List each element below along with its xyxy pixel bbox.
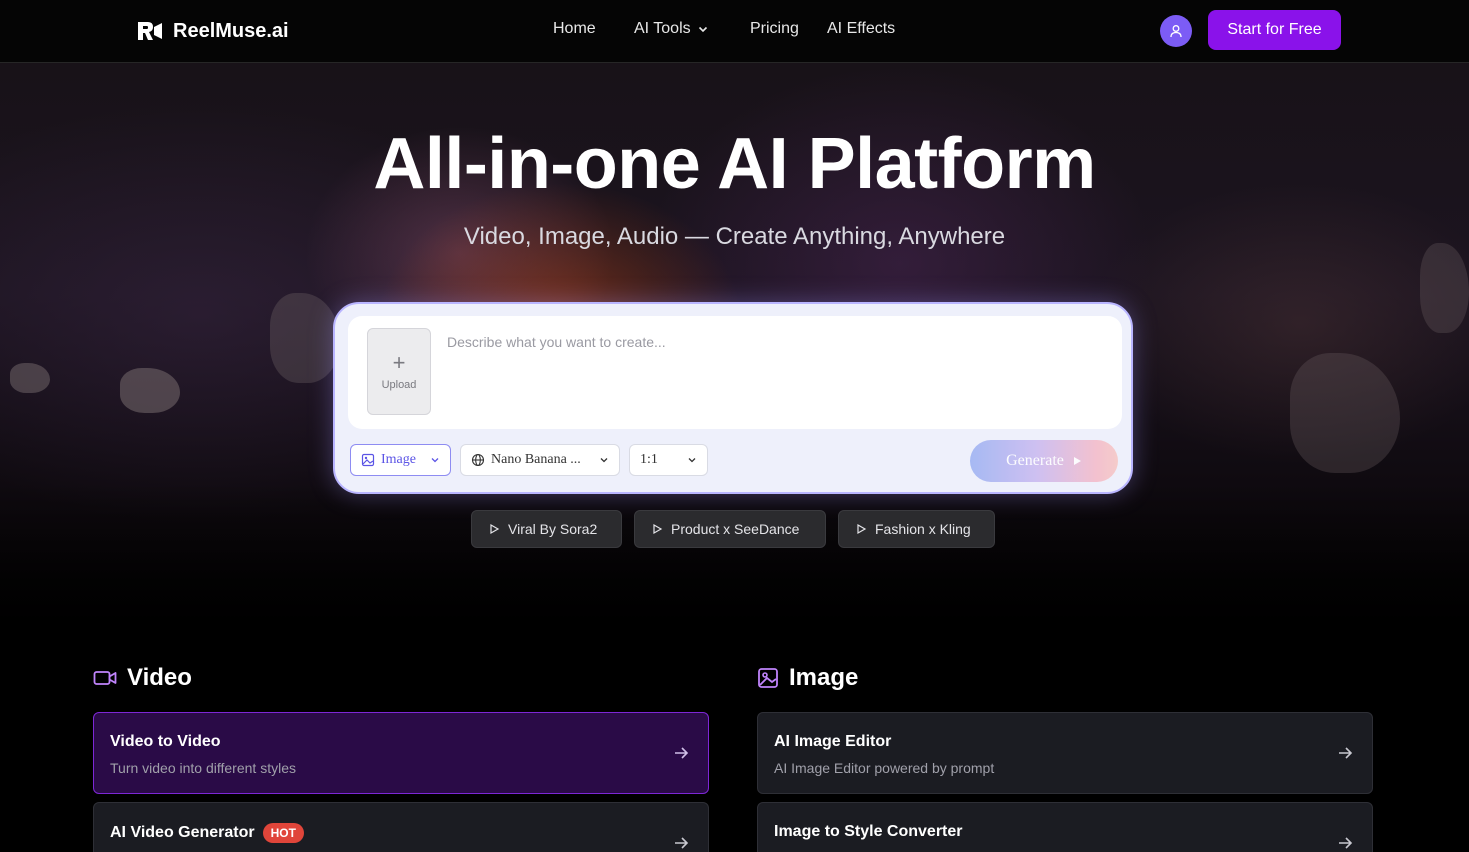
tool-card-ai-video-generator[interactable]: AI Video Generator HOT — [93, 802, 709, 852]
user-avatar-button[interactable] — [1160, 15, 1192, 47]
image-icon — [361, 453, 375, 467]
hero-fade — [0, 483, 1469, 643]
hero-subtitle: Video, Image, Audio — Create Anything, A… — [463, 223, 1006, 250]
start-for-free-button[interactable]: Start for Free — [1208, 10, 1341, 50]
background-rock — [120, 368, 180, 413]
preset-chip-label: Viral By Sora2 — [508, 521, 598, 537]
tool-card-title: AI Video Generator HOT — [110, 823, 304, 843]
upload-label: Upload — [381, 378, 417, 391]
upload-button[interactable]: + Upload — [367, 328, 431, 415]
video-section-title: Video — [127, 664, 192, 691]
tool-card-image-to-style-converter[interactable]: Image to Style Converter — [757, 802, 1373, 852]
tool-card-desc: AI Image Editor powered by prompt — [774, 760, 995, 776]
tool-card-title-text: AI Image Editor — [774, 733, 892, 750]
tool-card-title: Video to Video — [110, 733, 221, 751]
arrow-right-icon — [675, 837, 689, 849]
video-camera-icon — [93, 671, 117, 685]
tool-card-video-to-video[interactable]: Video to Video Turn video into different… — [93, 712, 709, 794]
play-outline-icon — [490, 523, 500, 535]
nav-ai-tools[interactable]: AI Tools — [634, 20, 709, 38]
preset-chip-label: Product x SeeDance — [671, 521, 800, 537]
nav-ai-effects[interactable]: AI Effects — [827, 20, 895, 38]
chevron-down-icon — [698, 26, 707, 33]
tool-card-ai-image-editor[interactable]: AI Image Editor AI Image Editor powered … — [757, 712, 1373, 794]
image-icon — [758, 668, 778, 688]
image-section-title: Image — [789, 664, 859, 691]
chevron-down-icon — [431, 458, 439, 463]
chevron-down-icon — [600, 458, 608, 463]
top-header: ReelMuse.ai Home AI Tools Pricing AI Eff… — [0, 0, 1469, 63]
prompt-input[interactable] — [447, 334, 1107, 414]
chevron-down-icon — [688, 458, 696, 463]
ratio-select[interactable]: 1:1 — [629, 444, 708, 476]
plus-icon: + — [392, 349, 406, 375]
model-select[interactable]: Nano Banana ... — [460, 444, 620, 476]
play-outline-icon — [653, 523, 663, 535]
background-rock — [1420, 243, 1469, 333]
ratio-select-label: 1:1 — [640, 452, 658, 467]
play-outline-icon — [857, 523, 867, 535]
hot-badge: HOT — [262, 823, 304, 843]
tool-card-title-text: Video to Video — [110, 733, 221, 750]
nav-home[interactable]: Home — [553, 20, 596, 38]
preset-chip-label: Fashion x Kling — [875, 521, 971, 537]
background-rock — [10, 363, 50, 393]
play-icon — [1073, 457, 1081, 465]
prompt-inner: + Upload — [348, 316, 1122, 429]
tool-card-title-text: AI Video Generator — [110, 824, 255, 841]
background-rock — [270, 293, 340, 383]
background-rock — [1290, 353, 1400, 473]
globe-icon — [471, 453, 485, 467]
image-section-heading: Image — [757, 664, 858, 692]
generate-label: Generate — [1006, 452, 1064, 469]
arrow-right-icon — [1339, 747, 1353, 759]
tool-card-desc: Turn video into different styles — [110, 760, 296, 776]
arrow-right-icon — [675, 747, 689, 759]
prompt-card: + Upload Image Nano Banana ... 1:1 Gener… — [333, 302, 1133, 494]
mode-select[interactable]: Image — [350, 444, 451, 476]
model-select-label: Nano Banana ... — [491, 452, 581, 467]
tool-card-title: AI Image Editor — [774, 733, 891, 751]
arrow-right-icon — [1339, 837, 1353, 849]
tool-card-title-text: Image to Style Converter — [774, 823, 963, 840]
generate-button[interactable]: Generate — [970, 440, 1118, 482]
video-section-heading: Video — [93, 664, 192, 692]
tool-card-title: Image to Style Converter — [774, 823, 963, 841]
preset-chip-product-x-seedance[interactable]: Product x SeeDance — [634, 510, 826, 548]
user-icon — [1170, 25, 1182, 38]
nav-pricing[interactable]: Pricing — [750, 20, 799, 38]
mode-select-label: Image — [381, 452, 416, 467]
nav-ai-tools-label: AI Tools — [634, 20, 691, 37]
preset-chip-viral-by-sora2[interactable]: Viral By Sora2 — [471, 510, 622, 548]
hero-title: All-in-one AI Platform — [373, 124, 1096, 204]
preset-chip-fashion-x-kling[interactable]: Fashion x Kling — [838, 510, 995, 548]
